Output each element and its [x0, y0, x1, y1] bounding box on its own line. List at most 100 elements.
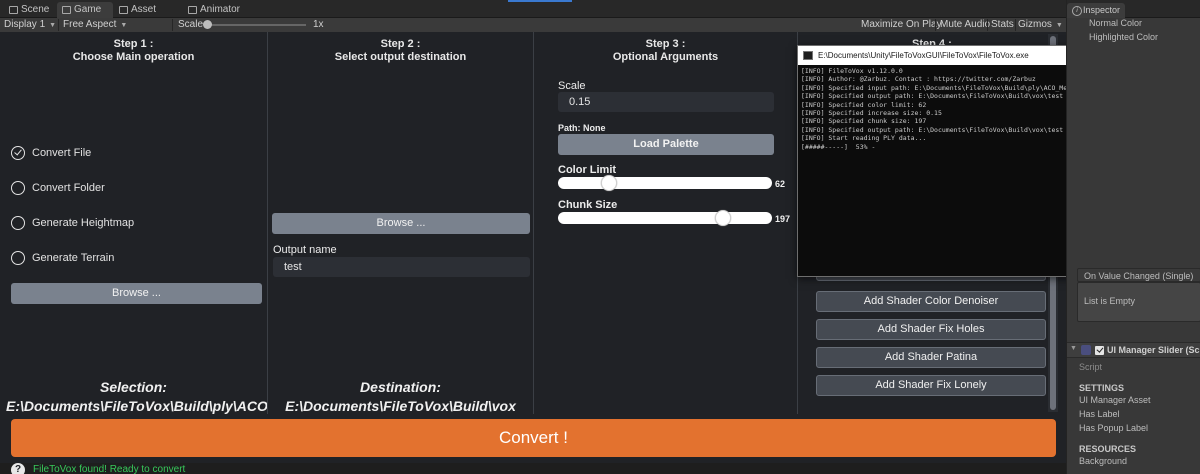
chunk-size-label: Chunk Size	[558, 199, 618, 211]
help-icon: ?	[11, 463, 25, 474]
selection-label: Selection:	[100, 379, 167, 395]
game-view-toolbar: Display 1 ▼ Free Aspect ▼ Scale 1x Maximiz…	[0, 18, 1066, 32]
scale-slider-track[interactable]	[206, 24, 306, 26]
toolbar-divider	[58, 19, 59, 31]
tab-animator-label: Animator	[200, 4, 241, 15]
add-shader-patina-button[interactable]: Add Shader Patina	[816, 347, 1046, 368]
component-title: UI Manager Slider (Scri	[1107, 345, 1200, 355]
step3-title: Step 3 : Optional Arguments	[534, 38, 797, 64]
scene-grid-icon	[9, 6, 18, 14]
animator-icon	[188, 6, 197, 14]
tab-scene[interactable]: Scene	[4, 2, 56, 18]
tab-game[interactable]: Game	[57, 2, 113, 18]
gizmos-label: Gizmos	[1018, 19, 1052, 30]
script-field-label: Script	[1079, 362, 1103, 372]
step1-title-line1: Step 1 :	[113, 38, 154, 50]
step3-title-line2: Optional Arguments	[612, 51, 719, 63]
add-shader-fix-lonely-button[interactable]: Add Shader Fix Lonely	[816, 375, 1046, 396]
toolbar-divider	[935, 19, 936, 31]
chunk-size-slider[interactable]	[558, 210, 772, 226]
component-header[interactable]: ▼ UI Manager Slider (Scri	[1067, 342, 1200, 358]
option-generate-heightmap[interactable]: Generate Heightmap	[11, 215, 211, 231]
color-limit-slider[interactable]	[558, 175, 772, 191]
event-list: List is Empty	[1077, 282, 1200, 322]
toolbar-divider	[172, 19, 173, 31]
step1-browse-button[interactable]: Browse ...	[11, 283, 262, 304]
editor-tab-bar: Scene Game Asset Store Animator	[0, 0, 1066, 31]
inspector-panel: Inspector Normal Color Highlighted Color…	[1066, 0, 1200, 474]
step3-title-line1: Step 3 :	[645, 38, 686, 50]
terminal-icon	[803, 51, 813, 60]
display-dropdown-label: Display 1	[4, 19, 46, 30]
list-empty-label: List is Empty	[1084, 296, 1136, 306]
scale-arg-input[interactable]: 0.15	[558, 92, 774, 112]
scale-arg-label: Scale	[558, 80, 586, 92]
step2-title: Step 2 : Select output destination	[268, 38, 533, 64]
status-message: FileToVox found! Ready to convert	[33, 464, 186, 474]
scale-value: 1x	[313, 19, 324, 30]
highlighted-color-label: Highlighted Color	[1089, 32, 1159, 42]
radio-unchecked-icon	[11, 181, 25, 195]
resources-header: RESOURCES	[1079, 444, 1137, 454]
has-popup-label-label: Has Popup Label	[1079, 423, 1149, 433]
aspect-dropdown[interactable]: Free Aspect ▼	[63, 18, 127, 33]
shopping-bag-icon	[119, 6, 128, 14]
step2-title-line1: Step 2 :	[380, 38, 421, 50]
has-label-label: Has Label	[1079, 409, 1120, 419]
normal-color-label: Normal Color	[1089, 18, 1143, 28]
option-convert-folder[interactable]: Convert Folder	[11, 180, 211, 196]
step2-browse-button[interactable]: Browse ...	[272, 213, 530, 234]
game-controller-icon	[62, 6, 71, 14]
tab-animator[interactable]: Animator	[183, 2, 245, 18]
play-mode-indicator	[508, 0, 572, 2]
step1-panel: Step 1 : Choose Main operation Convert F…	[0, 32, 268, 414]
chevron-down-icon: ▼	[120, 22, 128, 29]
mute-audio-toggle[interactable]: Mute Audio	[940, 18, 990, 32]
color-limit-slider-handle[interactable]	[601, 175, 618, 191]
settings-header: SETTINGS	[1079, 383, 1125, 393]
script-icon	[1081, 345, 1091, 355]
option-convert-file[interactable]: Convert File	[11, 145, 211, 161]
step2-title-line2: Select output destination	[334, 51, 467, 63]
component-enabled-checkbox[interactable]	[1095, 346, 1104, 355]
tab-scene-label: Scene	[21, 4, 50, 15]
maximize-on-play-toggle[interactable]: Maximize On Play	[861, 18, 942, 32]
foldout-arrow-icon[interactable]: ▼	[1070, 345, 1077, 352]
display-dropdown[interactable]: Display 1 ▼	[4, 18, 56, 33]
step2-panel: Step 2 : Select output destination Brows…	[268, 32, 534, 414]
toolbar-divider	[1015, 19, 1016, 31]
step3-panel: Step 3 : Optional Arguments Scale 0.15 P…	[534, 32, 798, 414]
event-header: On Value Changed (Single)	[1077, 268, 1200, 282]
status-bar: ? FileToVox found! Ready to convert	[0, 463, 1066, 474]
aspect-dropdown-label: Free Aspect	[63, 19, 117, 30]
stats-toggle[interactable]: Stats	[991, 18, 1014, 32]
scale-label: Scale	[178, 19, 204, 30]
chevron-down-icon: ▼	[49, 22, 57, 29]
step1-title-line2: Choose Main operation	[72, 51, 195, 63]
chunk-size-slider-handle[interactable]	[714, 210, 731, 226]
on-value-changed-label: On Value Changed (Single)	[1084, 271, 1194, 281]
destination-label: Destination:	[360, 379, 441, 395]
tab-asset-store[interactable]: Asset Store	[114, 2, 180, 31]
option-label: Convert Folder	[32, 182, 105, 194]
step1-title: Step 1 : Choose Main operation	[0, 38, 267, 64]
option-label: Generate Terrain	[32, 252, 115, 264]
color-limit-value: 62	[775, 179, 786, 189]
output-name-label: Output name	[273, 244, 337, 256]
background-label: Background	[1079, 456, 1128, 466]
scale-slider-handle[interactable]	[203, 20, 212, 29]
gizmos-dropdown[interactable]: Gizmos ▼	[1018, 18, 1063, 33]
add-shader-color-denoiser-button[interactable]: Add Shader Color Denoiser	[816, 291, 1046, 312]
tab-game-label: Game	[74, 4, 102, 15]
chunk-size-value: 197	[775, 214, 791, 224]
load-palette-button[interactable]: Load Palette	[558, 134, 774, 155]
output-name-input[interactable]: test	[273, 257, 530, 277]
ui-manager-asset-label: UI Manager Asset	[1079, 395, 1151, 405]
add-shader-fix-holes-button[interactable]: Add Shader Fix Holes	[816, 319, 1046, 340]
selection-path: E:\Documents\FileToVox\Build\ply\ACO_Mes…	[6, 398, 267, 414]
radio-unchecked-icon	[11, 251, 25, 265]
tab-inspector[interactable]: Inspector	[1067, 3, 1126, 18]
option-generate-terrain[interactable]: Generate Terrain	[11, 250, 211, 266]
convert-button[interactable]: Convert !	[11, 419, 1056, 457]
radio-unchecked-icon	[11, 216, 25, 230]
